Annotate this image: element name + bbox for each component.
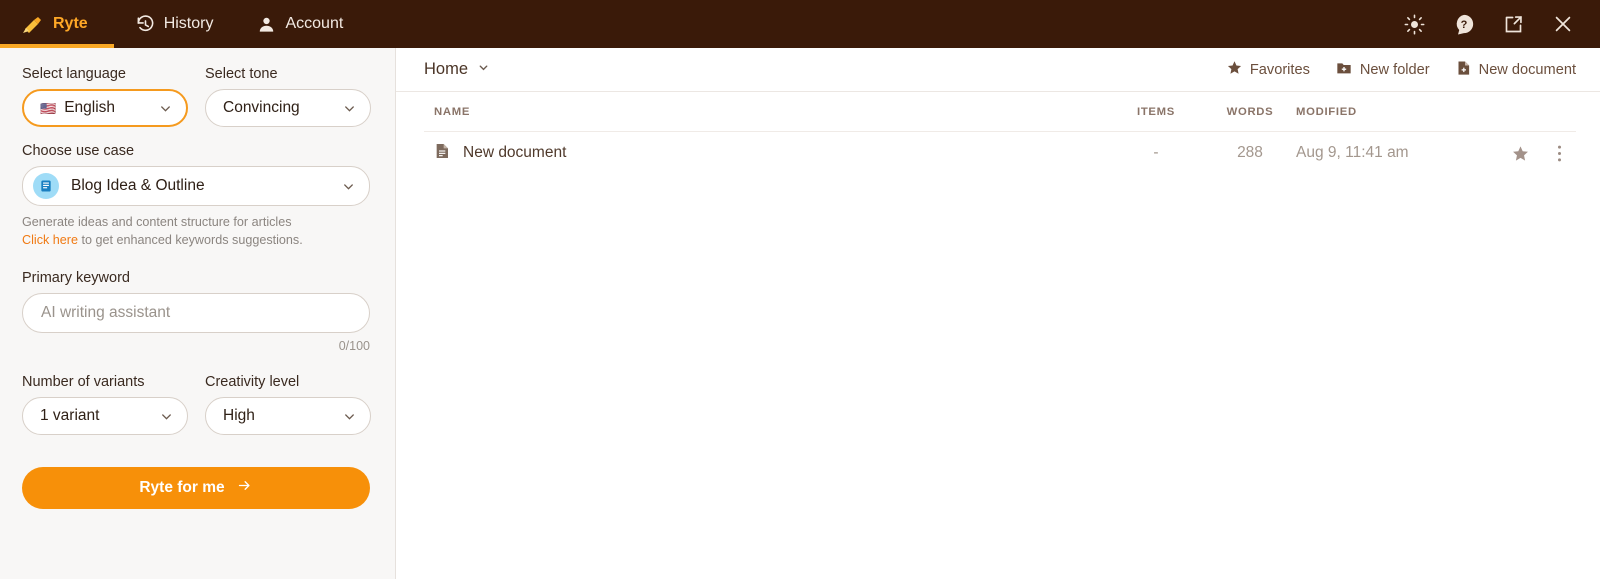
ryte-for-me-button[interactable]: Ryte for me xyxy=(22,467,370,509)
flag-icon: 🇺🇸 xyxy=(40,100,57,116)
document-name-cell[interactable]: New document xyxy=(424,142,1108,165)
ryte-for-me-label: Ryte for me xyxy=(139,479,225,496)
more-vertical-icon[interactable] xyxy=(1557,144,1562,163)
main-panel: Home Favorites New folder New document N… xyxy=(396,48,1600,579)
use-case-select[interactable]: Blog Idea & Outline xyxy=(22,166,370,206)
chevron-down-icon xyxy=(159,409,174,424)
main-header-actions: Favorites New folder New document xyxy=(1227,60,1576,80)
chevron-down-icon xyxy=(342,409,357,424)
language-label: Select language xyxy=(22,66,126,82)
language-field: Select language 🇺🇸 English xyxy=(22,66,188,127)
use-case-description: Generate ideas and content structure for… xyxy=(22,215,292,229)
star-icon[interactable] xyxy=(1512,145,1529,162)
primary-keyword-field: Primary keyword 0/100 xyxy=(22,270,371,353)
breadcrumb[interactable]: Home xyxy=(424,60,490,79)
creativity-label: Creativity level xyxy=(205,374,300,390)
tone-select[interactable]: Convincing xyxy=(205,89,371,127)
document-row-actions xyxy=(1456,144,1576,163)
arrow-right-icon xyxy=(236,478,253,498)
document-icon xyxy=(434,142,450,165)
tab-account[interactable]: Account xyxy=(235,0,365,48)
column-header-words: WORDS xyxy=(1226,105,1274,118)
tab-ryte-label: Ryte xyxy=(53,15,88,32)
blog-outline-icon xyxy=(33,173,59,199)
top-bar-actions: ? xyxy=(1404,0,1600,48)
help-question-icon[interactable]: ? xyxy=(1453,13,1475,35)
tab-account-label: Account xyxy=(285,15,344,32)
variants-value: 1 variant xyxy=(40,407,100,424)
svg-text:?: ? xyxy=(1461,19,1468,31)
use-case-label: Choose use case xyxy=(22,143,135,159)
ryte-logo-icon xyxy=(22,15,44,33)
chevron-down-icon xyxy=(158,101,173,116)
click-here-link[interactable]: Click here xyxy=(22,233,78,247)
app-body: Select language 🇺🇸 English Select tone C… xyxy=(0,48,1600,579)
keywords-suggestion-hint: Click here to get enhanced keywords sugg… xyxy=(22,233,371,247)
character-counter: 0/100 xyxy=(338,339,370,353)
keywords-suggestion-suffix: to get enhanced keywords suggestions. xyxy=(78,233,303,247)
variants-field: Number of variants 1 variant xyxy=(22,374,188,435)
chevron-down-icon xyxy=(477,60,490,79)
language-tone-row: Select language 🇺🇸 English Select tone C… xyxy=(22,66,371,127)
document-modified-cell: Aug 9, 11:41 am xyxy=(1296,144,1409,161)
variants-label: Number of variants xyxy=(22,374,145,390)
tab-history-label: History xyxy=(163,15,214,32)
column-header-items: ITEMS xyxy=(1136,105,1176,118)
new-folder-label: New folder xyxy=(1359,61,1430,78)
table-header-row: NAME ITEMS WORDS MODIFIED xyxy=(424,92,1576,132)
favorites-label: Favorites xyxy=(1249,61,1310,78)
variants-select[interactable]: 1 variant xyxy=(22,397,188,435)
top-bar: Ryte History Account ? xyxy=(0,0,1600,48)
document-items-cell: - xyxy=(1153,144,1159,161)
new-document-button[interactable]: New document xyxy=(1456,60,1576,80)
brightness-sun-icon[interactable] xyxy=(1404,14,1425,35)
language-value: English xyxy=(64,99,116,116)
documents-table: NAME ITEMS WORDS MODIFIED New document -… xyxy=(396,92,1600,174)
column-header-name: NAME xyxy=(434,105,471,118)
history-clock-icon xyxy=(136,14,155,34)
chevron-down-icon xyxy=(341,179,356,194)
new-folder-button[interactable]: New folder xyxy=(1336,60,1430,80)
person-icon xyxy=(257,15,276,34)
tone-label: Select tone xyxy=(205,66,278,82)
new-document-label: New document xyxy=(1478,61,1576,78)
use-case-value: Blog Idea & Outline xyxy=(71,177,205,194)
star-icon xyxy=(1227,60,1242,79)
sidebar-panel: Select language 🇺🇸 English Select tone C… xyxy=(0,48,396,579)
main-header: Home Favorites New folder New document xyxy=(396,48,1600,92)
file-plus-icon xyxy=(1456,60,1471,80)
primary-keyword-label: Primary keyword xyxy=(22,270,130,286)
tone-value: Convincing xyxy=(223,99,300,116)
creativity-field: Creativity level High xyxy=(205,374,371,435)
tab-ryte[interactable]: Ryte xyxy=(0,0,114,48)
column-header-modified: MODIFIED xyxy=(1296,105,1357,118)
tab-history[interactable]: History xyxy=(114,0,236,48)
document-words-cell: 288 xyxy=(1237,144,1263,161)
chevron-down-icon xyxy=(342,101,357,116)
document-name-label: New document xyxy=(463,144,567,161)
table-row[interactable]: New document - 288 Aug 9, 11:41 am xyxy=(424,132,1576,174)
creativity-select[interactable]: High xyxy=(205,397,371,435)
close-icon[interactable] xyxy=(1552,13,1574,35)
primary-keyword-input[interactable] xyxy=(22,293,370,333)
variants-creativity-row: Number of variants 1 variant Creativity … xyxy=(22,374,371,435)
creativity-value: High xyxy=(223,407,255,424)
favorites-button[interactable]: Favorites xyxy=(1227,60,1310,79)
language-select[interactable]: 🇺🇸 English xyxy=(22,89,188,127)
use-case-field: Choose use case Blog Idea & Outline Gene… xyxy=(22,143,371,247)
top-nav-tabs: Ryte History Account xyxy=(0,0,365,48)
breadcrumb-label: Home xyxy=(424,60,469,78)
open-external-icon[interactable] xyxy=(1503,14,1524,35)
tone-field: Select tone Convincing xyxy=(205,66,371,127)
folder-plus-icon xyxy=(1336,60,1352,80)
app-window: Ryte History Account ? Select language 🇺… xyxy=(0,0,1600,579)
